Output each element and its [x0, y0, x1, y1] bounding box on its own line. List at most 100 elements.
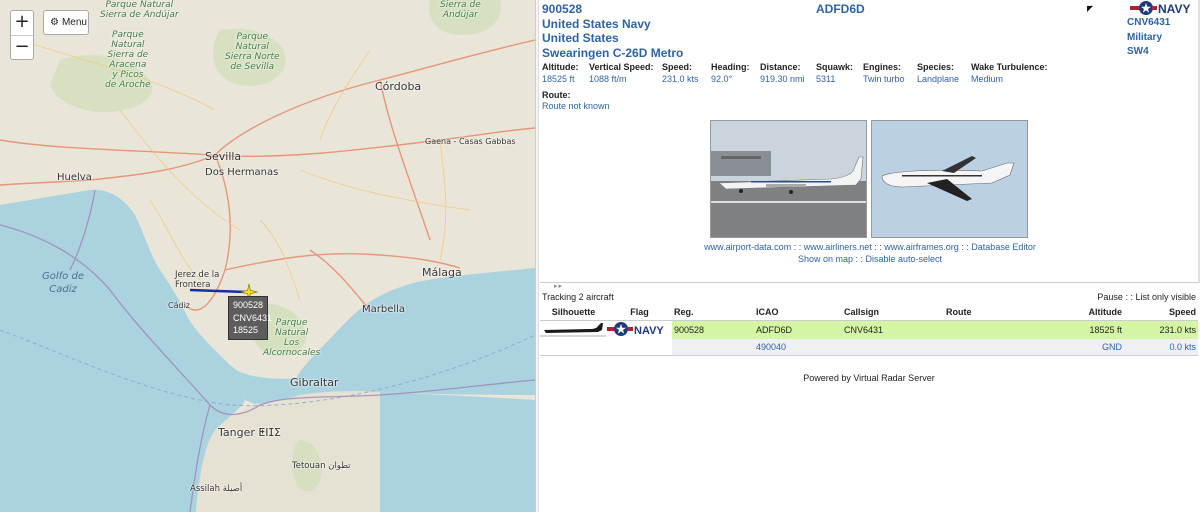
resize-grip-icon[interactable]: ▸▸: [554, 282, 563, 290]
photo-links: www.airport-data.com : : www.airliners.n…: [704, 242, 1036, 252]
tooltip-callsign: CNV6431: [233, 312, 273, 323]
field-species: Species: Landplane: [917, 62, 960, 84]
map-label-dos-hermanas: Dos Hermanas: [205, 167, 279, 178]
aircraft-silhouette-icon: [540, 320, 606, 337]
cell-reg: [672, 338, 754, 355]
detail-category: Military: [1127, 31, 1163, 43]
map-label-assilah: Assilah أصيلة: [190, 484, 243, 494]
detail-header-right: CNV6431 Military SW4: [1127, 16, 1170, 60]
map-label-malaga: Málaga: [422, 266, 462, 279]
col-silhouette[interactable]: Silhouette: [540, 305, 607, 321]
cell-altitude: GND: [1032, 338, 1124, 355]
detail-callsign: CNV6431: [1127, 17, 1171, 28]
aircraft-list: Silhouette Flag Reg. ICAO Callsign Route…: [540, 305, 1198, 355]
map-label-cardena: Sierra de Andújar: [440, 0, 481, 20]
cell-speed: 231.0 kts: [1124, 320, 1198, 339]
map-links: Show on map : : Disable auto-select: [797, 254, 943, 264]
detail-registration: 900528: [542, 2, 583, 16]
col-callsign[interactable]: Callsign: [842, 305, 944, 321]
cell-route: [944, 320, 1032, 339]
detail-type-code: SW4: [1127, 46, 1149, 57]
cell-icao: ADFD6D: [754, 320, 842, 339]
detail-model: Swearingen C-26D Metro: [542, 45, 684, 60]
field-speed: Speed: 231.0 kts: [662, 62, 699, 84]
field-distance: Distance: 919.30 nmi: [760, 62, 805, 84]
powered-by: Powered by Virtual Radar Server: [803, 373, 935, 383]
map-label-gibraltar: Gibraltar: [290, 376, 339, 389]
zoom-in-button[interactable]: +: [11, 11, 33, 35]
col-icao[interactable]: ICAO: [754, 305, 842, 321]
map-label-tetouan: Tetouan تطوان: [292, 461, 351, 471]
map-label-huelva: Huelva: [57, 172, 92, 183]
cell-callsign: [842, 338, 944, 355]
detail-country: United States: [542, 31, 619, 45]
splitter[interactable]: [535, 0, 539, 512]
link-airport-data[interactable]: www.airport-data.com: [704, 242, 791, 252]
field-heading: Heading: 92.0°: [711, 62, 750, 84]
map-label-aracena: Parque Natural Sierra de Aracena y Picos de A…: [105, 30, 151, 90]
link-show-on-map[interactable]: Show on map: [798, 254, 853, 264]
list-controls: Pause : : List only visible: [1097, 292, 1196, 302]
link-airliners[interactable]: www.airliners.net: [804, 242, 872, 252]
map-label-gaena: Gaena - Casas Gabbas: [425, 137, 516, 146]
field-vertical-speed: Vertical Speed: 1088 ft/m: [589, 62, 654, 84]
map-label-alcornocales: Parque Natural Los Alcornocales: [263, 318, 321, 358]
aircraft-tooltip: 900528 CNV6431 18525: [228, 296, 273, 340]
menu-button[interactable]: ⚙ Menu: [43, 10, 89, 35]
cell-reg: 900528: [672, 320, 754, 339]
list-only-visible-link[interactable]: List only visible: [1135, 292, 1196, 302]
route-value: Route not known: [542, 101, 610, 111]
cell-altitude: 18525 ft: [1032, 320, 1124, 339]
navy-flag-icon: NAVY: [1130, 1, 1190, 16]
map-view[interactable]: Parque Natural Sierra de Andújar Sierra d…: [0, 0, 535, 512]
col-reg[interactable]: Reg.: [672, 305, 754, 321]
field-engines: Engines: Twin turbo: [863, 62, 905, 84]
list-divider: [540, 355, 1198, 356]
map-label-sevilla: Sevilla: [205, 150, 242, 163]
gear-icon: ⚙: [50, 17, 59, 28]
link-disable-auto-select[interactable]: Disable auto-select: [866, 254, 943, 264]
map-label-sierra-norte: Parque Natural Sierra Norte de Sevilla: [225, 32, 280, 72]
map-label-cadiz: Cádiz: [168, 301, 190, 310]
map-label-tanger: Tanger ⵟⵏⵊⵉ: [218, 426, 281, 439]
link-database-editor[interactable]: Database Editor: [971, 242, 1036, 252]
detail-operator: United States Navy: [542, 16, 651, 31]
map-label-andujar: Parque Natural Sierra de Andújar: [100, 0, 179, 20]
route-label: Route:: [542, 90, 571, 100]
tooltip-reg: 900528: [233, 300, 264, 310]
detail-header-left: 900528 United States Navy United States …: [542, 2, 683, 60]
heading-arrow-icon: ◤: [1087, 4, 1094, 13]
field-wake-turbulence: Wake Turbulence: Medium: [971, 62, 1048, 84]
zoom-out-button[interactable]: −: [11, 35, 33, 59]
field-squawk: Squawk: 5311: [816, 62, 854, 84]
map-label-jerez: Jerez de la Frontera: [175, 270, 220, 290]
link-airframes[interactable]: www.airframes.org: [884, 242, 959, 252]
navy-flag-small-icon: NAVY: [607, 321, 664, 337]
aircraft-photo-1[interactable]: [710, 120, 867, 238]
silhouette-cell: [540, 320, 607, 339]
col-route[interactable]: Route: [944, 305, 1032, 321]
navy-logo-text: NAVY: [1158, 2, 1190, 16]
cell-route: [944, 338, 1032, 355]
table-row[interactable]: NAVY 900528 ADFD6D CNV6431 18525 ft 231.…: [540, 320, 1198, 339]
cell-callsign: CNV6431: [842, 320, 944, 339]
aircraft-detail-panel: 900528 United States Navy United States …: [540, 0, 1200, 283]
col-speed[interactable]: Speed: [1124, 305, 1198, 321]
detail-icao: ADFD6D: [816, 2, 865, 16]
zoom-control: + −: [10, 10, 34, 60]
cell-icao: 490040: [754, 338, 842, 355]
map-label-golfo: Golfo de Cadiz: [42, 271, 84, 295]
flag-cell: [607, 338, 672, 355]
tooltip-altitude: 18525: [233, 325, 259, 335]
detail-route: Route: Route not known: [542, 90, 610, 111]
field-altitude: Altitude: 18525 ft: [542, 62, 579, 84]
aircraft-photo-2[interactable]: [871, 120, 1028, 238]
map-label-cordoba: Córdoba: [375, 80, 422, 93]
col-altitude[interactable]: Altitude: [1032, 305, 1124, 321]
cell-speed: 0.0 kts: [1124, 338, 1198, 355]
col-flag[interactable]: Flag: [607, 305, 672, 321]
map-label-marbella: Marbella: [362, 304, 406, 315]
table-row[interactable]: 490040 GND 0.0 kts: [540, 338, 1198, 355]
menu-label: Menu: [61, 17, 87, 28]
pause-link[interactable]: Pause: [1097, 292, 1123, 302]
